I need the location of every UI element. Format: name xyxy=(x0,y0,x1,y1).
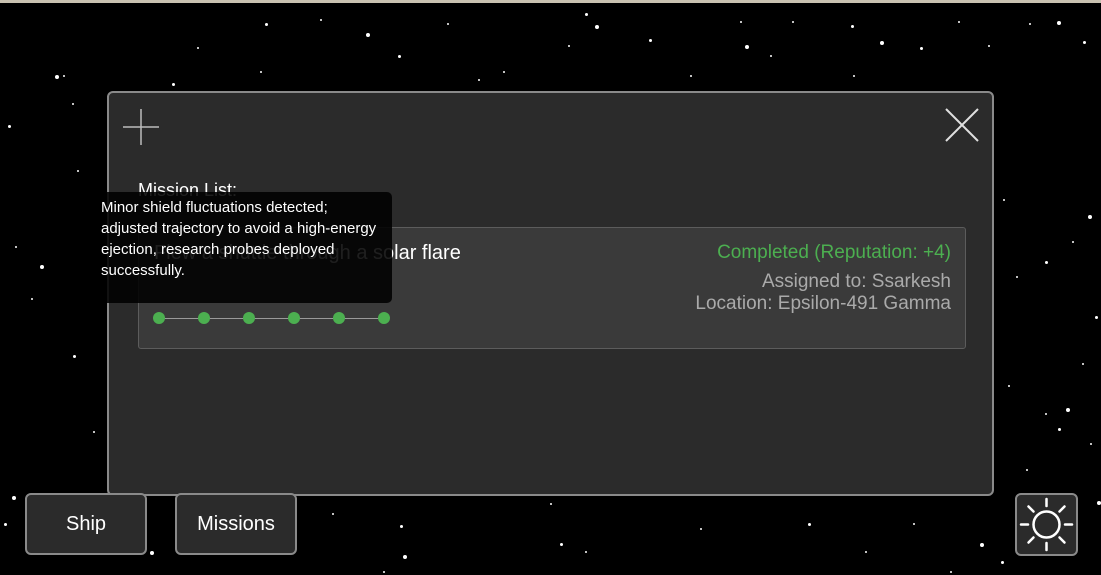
star xyxy=(1088,215,1092,219)
progress-step-dot xyxy=(288,312,300,324)
star xyxy=(197,47,199,49)
star xyxy=(503,71,505,73)
progress-step-dot xyxy=(243,312,255,324)
star xyxy=(1001,561,1004,564)
progress-step-dot xyxy=(198,312,210,324)
mission-location: Location: Epsilon-491 Gamma xyxy=(695,293,951,314)
star xyxy=(150,551,154,555)
star xyxy=(649,39,652,42)
star xyxy=(700,528,702,530)
star xyxy=(478,79,480,81)
star xyxy=(550,503,552,505)
theme-toggle-button[interactable] xyxy=(1015,493,1078,556)
star xyxy=(745,45,749,49)
star xyxy=(770,55,772,57)
star xyxy=(265,23,268,26)
star xyxy=(1066,408,1070,412)
star xyxy=(880,41,884,45)
close-icon[interactable] xyxy=(942,105,982,145)
star xyxy=(4,523,7,526)
star xyxy=(1016,276,1018,278)
star xyxy=(72,103,74,105)
star xyxy=(1083,41,1086,44)
star xyxy=(980,543,984,547)
star xyxy=(366,33,370,37)
star xyxy=(851,25,854,28)
star xyxy=(1026,469,1028,471)
star xyxy=(792,21,794,23)
star xyxy=(447,23,449,25)
star xyxy=(1095,316,1098,319)
star xyxy=(988,45,990,47)
star xyxy=(15,246,17,248)
star xyxy=(260,71,262,73)
sun-icon xyxy=(1019,497,1074,552)
starfield-background: Mission List: Flew a shuttle through a s… xyxy=(0,0,1101,575)
progress-step-dot xyxy=(333,312,345,324)
star xyxy=(958,21,960,23)
star xyxy=(740,21,742,23)
missions-button[interactable]: Missions xyxy=(175,493,297,555)
star xyxy=(332,513,334,515)
star xyxy=(920,47,923,50)
star xyxy=(40,265,44,269)
star xyxy=(560,543,563,546)
mission-status: Completed (Reputation: +4) xyxy=(717,242,951,263)
plus-icon[interactable] xyxy=(121,107,161,147)
progress-step-dot xyxy=(378,312,390,324)
star xyxy=(1003,199,1005,201)
star xyxy=(853,75,855,77)
star xyxy=(913,523,915,525)
star xyxy=(172,83,175,86)
star xyxy=(1045,261,1048,264)
star xyxy=(383,571,385,573)
star xyxy=(1090,443,1092,445)
star xyxy=(1072,241,1074,243)
star xyxy=(1097,501,1101,505)
star xyxy=(585,551,587,553)
star xyxy=(93,431,95,433)
star xyxy=(568,45,570,47)
star xyxy=(320,19,322,21)
star xyxy=(77,170,79,172)
star xyxy=(1008,385,1010,387)
star xyxy=(8,125,11,128)
mission-progress-track xyxy=(153,312,390,324)
star xyxy=(12,496,16,500)
ship-button[interactable]: Ship xyxy=(25,493,147,555)
star xyxy=(403,555,407,559)
star xyxy=(1058,428,1061,431)
star xyxy=(1057,21,1061,25)
progress-line xyxy=(155,317,385,319)
star xyxy=(585,13,588,16)
star xyxy=(55,75,59,79)
star xyxy=(398,55,401,58)
mission-assignee: Assigned to: Ssarkesh xyxy=(761,271,951,292)
star xyxy=(865,551,867,553)
mission-tooltip: Minor shield fluctuations detected; adju… xyxy=(93,192,392,303)
star xyxy=(1045,413,1047,415)
star xyxy=(690,75,692,77)
star xyxy=(63,75,65,77)
star xyxy=(400,525,403,528)
star xyxy=(950,571,952,573)
star xyxy=(808,523,811,526)
star xyxy=(31,298,33,300)
star xyxy=(73,355,76,358)
star xyxy=(1082,363,1084,365)
progress-step-dot xyxy=(153,312,165,324)
star xyxy=(595,25,599,29)
star xyxy=(1029,23,1031,25)
